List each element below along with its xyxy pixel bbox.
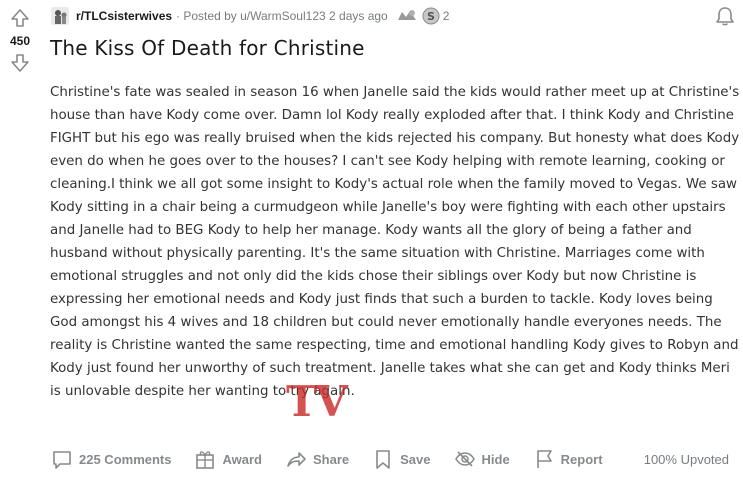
report-button[interactable]: Report (532, 447, 603, 471)
award-button[interactable]: Award (193, 447, 262, 471)
upvote-icon (11, 9, 29, 27)
share-button[interactable]: Share (284, 447, 349, 471)
upvote-ratio: 100% Upvoted (643, 451, 729, 467)
bookmark-icon (371, 447, 395, 471)
post-body: Christine's fate was sealed in season 16… (50, 85, 740, 399)
share-label: Share (312, 451, 350, 467)
vote-score: 450 (9, 34, 31, 48)
hide-label: Hide (481, 451, 510, 467)
downvote-button[interactable] (8, 51, 32, 75)
notification-bell-button[interactable] (713, 4, 737, 28)
post-title[interactable]: The Kiss Of Death for Christine (50, 36, 365, 60)
svg-text:S: S (427, 10, 435, 23)
report-label: Report (560, 451, 603, 467)
post-action-bar: 225 Comments Award Share Save Hide Repor… (50, 444, 735, 474)
post-meta: r/TLCsisterwives · Posted by u/WarmSoul1… (50, 5, 449, 27)
subreddit-icon[interactable] (50, 6, 70, 26)
upvote-button[interactable] (8, 6, 32, 30)
save-button[interactable]: Save (371, 447, 431, 471)
comment-icon (50, 447, 74, 471)
save-label: Save (400, 451, 431, 467)
subreddit-link[interactable]: r/TLCsisterwives (76, 9, 172, 23)
hide-icon (453, 447, 477, 471)
hide-button[interactable]: Hide (453, 447, 510, 471)
bell-icon (716, 7, 734, 26)
posted-by: · Posted by u/WarmSoul123 2 days ago (176, 9, 388, 23)
flag-icon (532, 447, 556, 471)
share-icon (284, 447, 308, 471)
award-count: 2 (442, 9, 450, 23)
comments-button[interactable]: 225 Comments (50, 447, 171, 471)
silver-award-icon[interactable]: S (422, 7, 440, 25)
gift-icon (193, 447, 217, 471)
downvote-icon (11, 54, 29, 72)
award-label: Award (222, 451, 262, 467)
comments-label: 225 Comments (79, 451, 172, 467)
vote-bar: 450 (0, 0, 40, 75)
award-icon[interactable] (396, 8, 418, 24)
